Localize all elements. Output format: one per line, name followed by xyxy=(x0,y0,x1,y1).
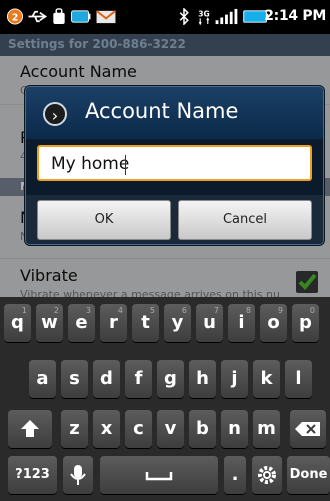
key-k[interactable]: k xyxy=(253,360,280,398)
key-f[interactable]: f xyxy=(125,360,152,398)
key-b[interactable]: b xyxy=(189,410,216,448)
key-w[interactable]: 2w xyxy=(36,304,63,342)
account-name-input[interactable]: My home xyxy=(37,145,312,181)
account-name-input-value: My home xyxy=(51,154,130,174)
space-key[interactable] xyxy=(100,456,218,494)
key-n[interactable]: n xyxy=(221,410,248,448)
key-d[interactable]: d xyxy=(93,360,120,398)
ok-button[interactable]: OK xyxy=(37,200,171,240)
key-y[interactable]: 6y xyxy=(164,304,191,342)
bag-icon xyxy=(53,8,65,25)
account-name-dialog: › Account Name My home OK Cancel xyxy=(25,86,324,245)
signal-icon xyxy=(215,8,238,25)
key-z[interactable]: z xyxy=(61,410,88,448)
bluetooth-icon xyxy=(179,8,189,25)
space-bar-icon xyxy=(145,472,173,481)
status-time: 2:14 PM xyxy=(264,8,326,24)
key-m[interactable]: m xyxy=(253,410,280,448)
key-t[interactable]: 5t xyxy=(132,304,159,342)
battery-mini-icon xyxy=(71,10,91,23)
notification-count: 2 xyxy=(12,12,19,23)
dialog-header: › Account Name xyxy=(26,87,323,139)
key-l[interactable]: l xyxy=(285,360,312,398)
phone-screen: 2 3G 2:14 PM Settings for 200-886-3222 A… xyxy=(0,0,330,501)
delete-key[interactable] xyxy=(290,410,326,448)
usb-icon xyxy=(28,10,48,23)
dialog-title: Account Name xyxy=(85,99,239,123)
shift-arrow-icon xyxy=(21,420,39,437)
microphone-key[interactable] xyxy=(63,456,93,494)
key-s[interactable]: s xyxy=(61,360,88,398)
gear-icon xyxy=(258,466,276,484)
key-h[interactable]: h xyxy=(189,360,216,398)
svg-text:3G: 3G xyxy=(198,10,209,19)
dialog-body: My home OK Cancel xyxy=(26,139,323,244)
key-i[interactable]: 8i xyxy=(228,304,255,342)
soft-keyboard: 1q 2w 3e 4r 5t 6y 7u 8i 9o 0p a s d f g … xyxy=(0,297,330,501)
key-v[interactable]: v xyxy=(157,410,184,448)
mail-icon xyxy=(95,10,117,24)
arrow-right-icon: › xyxy=(43,102,67,126)
key-p[interactable]: 0p xyxy=(292,304,319,342)
key-g[interactable]: g xyxy=(157,360,184,398)
notification-badge-icon: 2 xyxy=(6,8,24,25)
keyboard-settings-key[interactable] xyxy=(252,456,282,494)
key-o[interactable]: 9o xyxy=(260,304,287,342)
microphone-icon xyxy=(70,465,86,485)
shift-key[interactable] xyxy=(8,410,52,448)
period-key[interactable]: . xyxy=(224,456,246,494)
dialog-button-bar: OK Cancel xyxy=(26,195,323,244)
key-j[interactable]: j xyxy=(221,360,248,398)
key-r[interactable]: 4r xyxy=(100,304,127,342)
key-c[interactable]: c xyxy=(125,410,152,448)
symbols-key[interactable]: ?123 xyxy=(8,456,57,494)
key-a[interactable]: a xyxy=(29,360,56,398)
status-bar: 2 3G 2:14 PM xyxy=(0,0,330,34)
key-u[interactable]: 7u xyxy=(196,304,223,342)
text-caret xyxy=(125,155,126,175)
done-key[interactable]: Done xyxy=(287,456,330,494)
key-q[interactable]: 1q xyxy=(4,304,31,342)
backspace-icon xyxy=(295,422,320,436)
key-x[interactable]: x xyxy=(93,410,120,448)
cancel-button[interactable]: Cancel xyxy=(178,200,312,240)
3g-icon: 3G xyxy=(198,10,210,25)
key-e[interactable]: 3e xyxy=(68,304,95,342)
